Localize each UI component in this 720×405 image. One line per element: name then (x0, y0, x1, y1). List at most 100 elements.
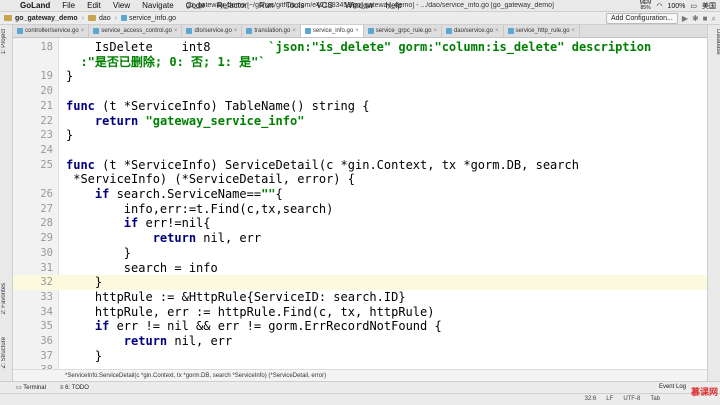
code-line[interactable]: 28 if err!=nil{ (13, 216, 707, 231)
code-line[interactable]: 31 search = info (13, 261, 707, 276)
code-text[interactable]: *ServiceInfo) (*ServiceDetail, error) { (66, 172, 355, 187)
todo-tool-button[interactable]: ≡ 6: TODO (60, 385, 89, 391)
code-line[interactable]: 26 if search.ServiceName==""{ (13, 187, 707, 202)
tab-dto-service-go[interactable]: dto/service.go × (182, 25, 243, 37)
tab-translation-go[interactable]: translation.go × (242, 25, 301, 37)
close-icon[interactable]: × (355, 28, 359, 34)
folder-icon (4, 15, 12, 21)
cursor-position[interactable]: 32:6 (585, 396, 597, 402)
code-line[interactable]: 30 } (13, 246, 707, 261)
indent-setting[interactable]: Tab (650, 396, 660, 402)
menu-view[interactable]: View (107, 1, 136, 10)
line-number: 24 (40, 143, 53, 156)
close-icon[interactable]: × (572, 28, 576, 34)
code-line[interactable]: 32 } (13, 275, 707, 290)
breadcrumb-file-label: service_info.go (128, 14, 177, 22)
code-line[interactable]: 19} (13, 69, 707, 84)
line-number: 34 (40, 305, 53, 318)
run-icon[interactable]: ▶ (682, 14, 688, 23)
code-line[interactable]: 25 func (t *ServiceInfo) ServiceDetail(c … (13, 158, 707, 173)
battery-icon[interactable]: ▭ (690, 2, 697, 10)
tab-label: service_http_rule.go (515, 28, 570, 34)
code-text[interactable]: func (t *ServiceInfo) ServiceDetail(c *g… (66, 158, 579, 173)
menubar-status: MEM 85% ◠ 100% ▭ 美国 (640, 0, 716, 12)
code-line[interactable]: 24 (13, 143, 707, 158)
code-text[interactable]: } (66, 246, 131, 261)
tab-service-grpc-rule-go[interactable]: service_grpc_rule.go × (364, 25, 442, 37)
tab-service-http-rule-go[interactable]: service_http_rule.go × (504, 25, 581, 37)
code-text[interactable]: } (66, 69, 73, 84)
breadcrumb-folder-label: dao (98, 14, 111, 22)
breadcrumb-file[interactable]: service_info.go (117, 15, 180, 22)
tab-service-access-control-go[interactable]: service_access_control.go × (89, 25, 183, 37)
close-icon[interactable]: × (234, 28, 238, 34)
window-title: go_gateway_demo [~/go/src/github.com/e42… (186, 2, 554, 9)
search-icon[interactable]: ⌕ (712, 14, 716, 24)
code-text[interactable]: :"是否已删除; 0: 否; 1: 是"` (66, 55, 265, 70)
wifi-icon[interactable]: ◠ (656, 2, 662, 10)
stop-icon[interactable]: ■ (703, 14, 708, 23)
code-line[interactable]: 35 if err != nil && err != gorm.ErrRecor… (13, 319, 707, 334)
code-line[interactable]: 23} (13, 128, 707, 143)
close-icon[interactable]: × (81, 28, 85, 34)
code-line[interactable]: 20 (13, 84, 707, 99)
menu-file[interactable]: File (56, 1, 81, 10)
code-text[interactable]: return "gateway_service_info" (66, 114, 305, 129)
line-number: 26 (40, 188, 53, 200)
code-line[interactable]: 27 info,err:=t.Find(c,tx,search) (13, 202, 707, 217)
line-separator[interactable]: LF (606, 396, 613, 402)
code-text[interactable]: info,err:=t.Find(c,tx,search) (66, 202, 334, 217)
run-configuration-button[interactable]: Add Configuration... (605, 13, 678, 24)
code-text[interactable]: return nil, err (66, 231, 261, 246)
code-text[interactable]: } (66, 128, 73, 143)
code-line[interactable]: 29 return nil, err (13, 231, 707, 246)
project-tool-tab[interactable]: 1: Project (1, 29, 12, 54)
line-number: 37 (40, 349, 53, 362)
breadcrumb-project[interactable]: go_gateway_demo (0, 15, 82, 22)
terminal-tool-button[interactable]: ▭ Terminal (16, 384, 46, 391)
code-line[interactable]: 34 httpRule, err := httpRule.Find(c, tx,… (13, 305, 707, 320)
code-editor[interactable]: 18 IsDelete int8 `json:"is_delete" gorm:… (13, 38, 707, 369)
code-line[interactable]: 21 func (t *ServiceInfo) TableName() stri… (13, 99, 707, 114)
code-text[interactable]: } (66, 275, 102, 290)
code-text[interactable]: httpRule, err := httpRule.Find(c, tx, ht… (66, 305, 435, 320)
close-icon[interactable]: × (292, 28, 296, 34)
code-line[interactable]: 37 } (13, 349, 707, 364)
code-text[interactable]: func (t *ServiceInfo) TableName() string… (66, 99, 369, 114)
close-icon[interactable]: × (174, 28, 178, 34)
code-text[interactable]: if err!=nil{ (66, 216, 211, 231)
menu-edit[interactable]: Edit (81, 1, 107, 10)
input-method[interactable]: 美国 (702, 1, 716, 11)
battery-value[interactable]: 100% (667, 3, 685, 10)
structure-tool-tab[interactable]: Z: Structure (1, 337, 12, 368)
menu-app-name[interactable]: GoLand (14, 1, 56, 10)
status-bar: 32:6 LF UTF-8 Tab (0, 393, 720, 405)
code-text[interactable]: if err != nil && err != gorm.ErrRecordNo… (66, 319, 442, 334)
code-text[interactable]: search = info (66, 261, 218, 276)
code-line[interactable]: *ServiceInfo) (*ServiceDetail, error) { (13, 172, 707, 187)
event-log-button[interactable]: Event Log (659, 384, 686, 390)
file-encoding[interactable]: UTF-8 (623, 396, 640, 402)
code-line[interactable]: 36 return nil, err (13, 334, 707, 349)
close-icon[interactable]: × (495, 28, 499, 34)
line-number: 27 (40, 202, 53, 215)
code-line[interactable]: :"是否已删除; 0: 否; 1: 是"` (13, 55, 707, 70)
close-icon[interactable]: × (433, 28, 437, 34)
code-text[interactable]: } (66, 349, 102, 364)
tab-controller-service-go[interactable]: controller/service.go × (13, 25, 90, 37)
go-file-icon (445, 28, 452, 34)
code-line[interactable]: 22 return "gateway_service_info" (13, 114, 707, 129)
favorites-tool-tab[interactable]: 2: Favorites (1, 283, 12, 314)
code-text[interactable]: IsDelete int8 `json:"is_delete" gorm:"co… (66, 40, 651, 55)
debug-icon[interactable]: ✱ (692, 14, 699, 23)
go-file-icon (367, 28, 374, 34)
code-text[interactable]: return nil, err (66, 334, 232, 349)
code-text[interactable]: httpRule := &HttpRule{ServiceID: search.… (66, 290, 406, 305)
code-line[interactable]: 18 IsDelete int8 `json:"is_delete" gorm:… (13, 40, 707, 55)
tab-service-info-go[interactable]: service_info.go × (300, 25, 364, 37)
tab-dao-service-go[interactable]: dao/service.go × (442, 25, 504, 37)
code-text[interactable]: if search.ServiceName==""{ (66, 187, 283, 202)
code-line[interactable]: 33 httpRule := &HttpRule{ServiceID: sear… (13, 290, 707, 305)
database-tool-tab[interactable]: Database (710, 29, 720, 55)
breadcrumb-folder[interactable]: dao (84, 15, 115, 22)
